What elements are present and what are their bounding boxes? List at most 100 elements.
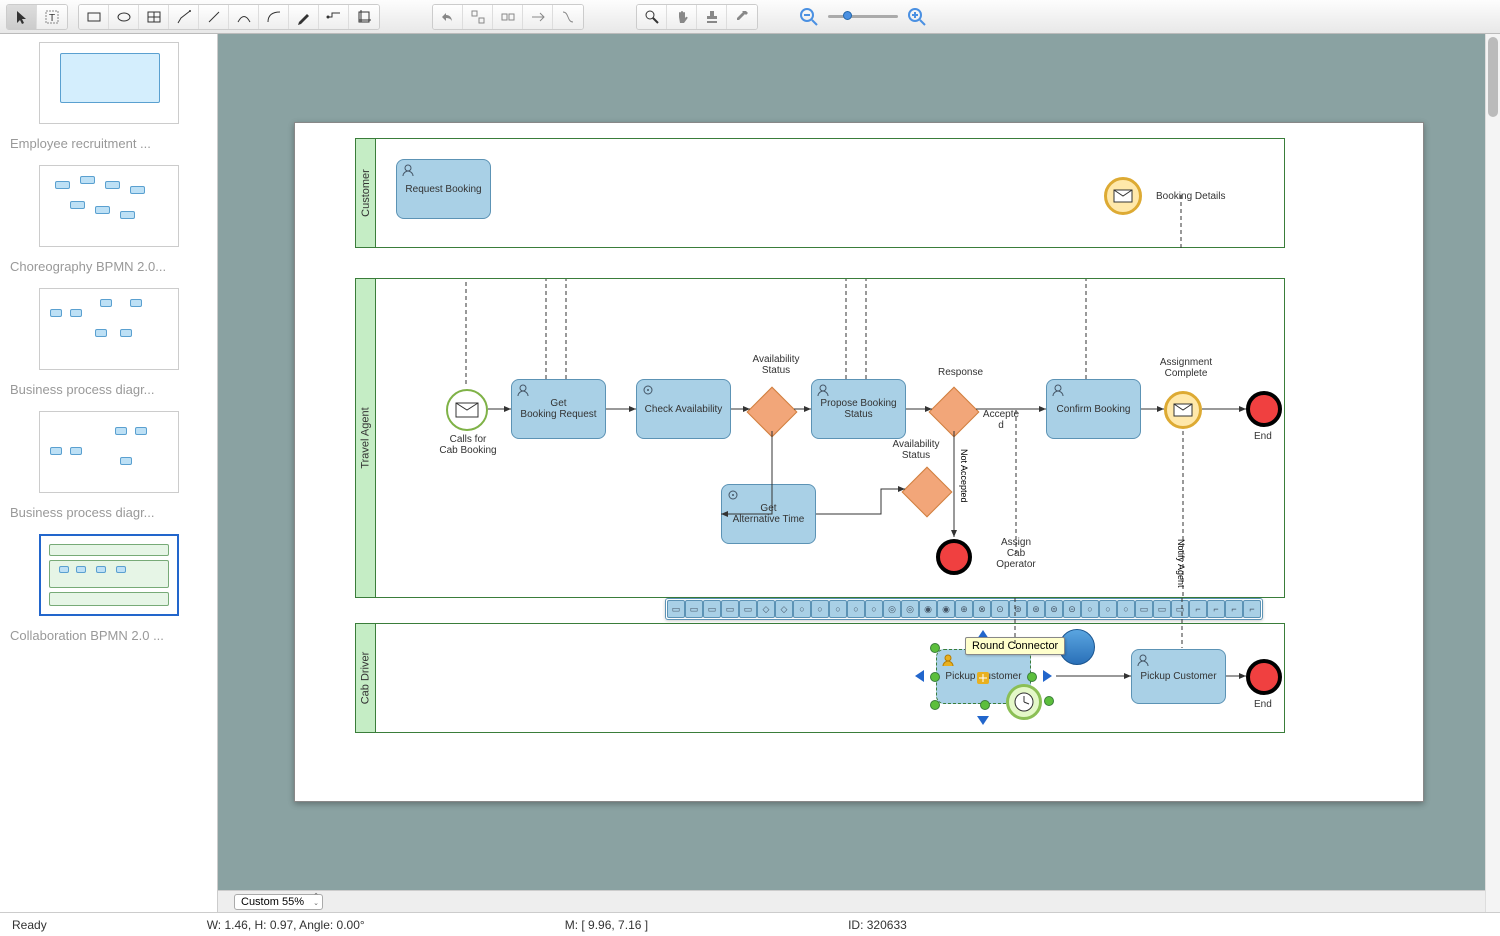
zoom-in-icon[interactable] [906, 6, 928, 28]
line-tool[interactable] [199, 5, 229, 29]
task-get-alt-time[interactable]: Get Alternative Time [721, 484, 816, 544]
shape-option[interactable]: ◎ [883, 600, 901, 618]
shape-option[interactable]: ⊕ [955, 600, 973, 618]
event-end[interactable] [1246, 659, 1282, 695]
stamp-tool[interactable] [697, 5, 727, 29]
shape-option[interactable]: ⊛ [1027, 600, 1045, 618]
event-message[interactable] [1164, 391, 1202, 429]
gateway[interactable] [747, 387, 798, 438]
text-select-tool[interactable]: T [37, 5, 67, 29]
event-message[interactable] [1104, 177, 1142, 215]
pencil-tool[interactable] [289, 5, 319, 29]
task-request-booking[interactable]: Request Booking [396, 159, 491, 219]
shape-option[interactable]: ◎ [901, 600, 919, 618]
shape-option[interactable]: ▭ [1171, 600, 1189, 618]
user-icon [941, 653, 955, 667]
undo-button[interactable] [433, 5, 463, 29]
shape-quick-toolbar[interactable]: ▭▭▭▭▭◇◇○○○○○◎◎◉◉⊕⊗⊙⊚⊛⊜⊝○○○▭▭▭⌐⌐⌐⌐ [665, 598, 1263, 620]
pool-customer[interactable]: Customer Request Booking Booking Details [355, 138, 1285, 248]
task-check-availability[interactable]: Check Availability [636, 379, 731, 439]
callout-tool[interactable] [169, 5, 199, 29]
pool-travel-agent[interactable]: Travel Agent Calls for Cab Booking Get B… [355, 278, 1285, 598]
label: Assign Cab Operator [994, 537, 1038, 570]
shape-option[interactable]: ⌐ [1225, 600, 1243, 618]
thumbnail-item[interactable]: Choreography BPMN 2.0... [10, 165, 207, 276]
thumbnail-item[interactable]: Collaboration BPMN 2.0 ... [10, 534, 207, 645]
shape-option[interactable]: ○ [1081, 600, 1099, 618]
label: Calls for Cab Booking [438, 434, 498, 456]
shape-option[interactable]: ⊝ [1063, 600, 1081, 618]
align-v-button[interactable] [493, 5, 523, 29]
shape-option[interactable]: ⌐ [1189, 600, 1207, 618]
shape-option[interactable]: ▭ [739, 600, 757, 618]
shape-option[interactable]: ⊚ [1009, 600, 1027, 618]
diagram-page[interactable]: Customer Request Booking Booking Details… [294, 122, 1424, 802]
shape-option[interactable]: ○ [811, 600, 829, 618]
task-propose-booking[interactable]: Propose Booking Status [811, 379, 906, 439]
shape-option[interactable]: ◇ [775, 600, 793, 618]
thumbnail-item[interactable]: Employee recruitment ... [10, 42, 207, 153]
align-h-button[interactable] [463, 5, 493, 29]
shape-option[interactable]: ⌐ [1243, 600, 1261, 618]
shape-option[interactable]: ▭ [667, 600, 685, 618]
shape-option[interactable]: ⊙ [991, 600, 1009, 618]
eyedropper-tool[interactable] [727, 5, 757, 29]
shape-option[interactable]: ◇ [757, 600, 775, 618]
ellipse-tool[interactable] [109, 5, 139, 29]
shape-option[interactable]: ○ [829, 600, 847, 618]
pool-cab-driver[interactable]: Cab Driver Pickup Customer [355, 623, 1285, 733]
gateway[interactable] [929, 387, 980, 438]
shape-option[interactable]: ○ [1117, 600, 1135, 618]
label: Availability Status [746, 354, 806, 376]
task-pickup-customer[interactable]: Pickup Customer [1131, 649, 1226, 704]
zoom-out-icon[interactable] [798, 6, 820, 28]
connector-tool[interactable] [319, 5, 349, 29]
shape-option[interactable]: ⊜ [1045, 600, 1063, 618]
crop-tool[interactable] [349, 5, 379, 29]
clock-icon [1013, 691, 1035, 713]
label: Not Accepted [959, 449, 969, 503]
shape-option[interactable]: ⊗ [973, 600, 991, 618]
task-confirm-booking[interactable]: Confirm Booking [1046, 379, 1141, 439]
thumbnail-item[interactable]: Business process diagr... [10, 288, 207, 399]
event-start[interactable] [446, 389, 488, 431]
zoom-tool[interactable] [637, 5, 667, 29]
gear-icon [641, 383, 655, 397]
thumbnail-item[interactable]: Business process diagr... [10, 411, 207, 522]
vertical-scrollbar[interactable] [1485, 34, 1500, 912]
shape-option[interactable]: ▭ [1153, 600, 1171, 618]
zoom-level-select[interactable]: Custom 55% [234, 894, 323, 910]
tool-group-view [636, 4, 758, 30]
pointer-tool[interactable] [7, 5, 37, 29]
tooltip: Round Connector [965, 637, 1065, 655]
gateway[interactable] [902, 467, 953, 518]
shape-option[interactable]: ▭ [1135, 600, 1153, 618]
status-dimensions: W: 1.46, H: 0.97, Angle: 0.00° [207, 918, 365, 932]
event-end[interactable] [936, 539, 972, 575]
shape-option[interactable]: ▭ [721, 600, 739, 618]
envelope-icon [1113, 189, 1133, 203]
flow-free-button[interactable] [553, 5, 583, 29]
shape-option[interactable]: ▭ [703, 600, 721, 618]
arc-tool[interactable] [259, 5, 289, 29]
zoom-slider[interactable] [828, 15, 898, 18]
rect-tool[interactable] [79, 5, 109, 29]
status-id: ID: 320633 [848, 918, 907, 932]
task-get-booking-request[interactable]: Get Booking Request [511, 379, 606, 439]
hand-tool[interactable] [667, 5, 697, 29]
shape-option[interactable]: ▭ [685, 600, 703, 618]
tool-group-select: T [6, 4, 68, 30]
shape-option[interactable]: ○ [847, 600, 865, 618]
shape-option[interactable]: ◉ [937, 600, 955, 618]
shape-option[interactable]: ○ [865, 600, 883, 618]
shape-option[interactable]: ⌐ [1207, 600, 1225, 618]
table-tool[interactable] [139, 5, 169, 29]
event-end[interactable] [1246, 391, 1282, 427]
flow-h-button[interactable] [523, 5, 553, 29]
thumbnail-label: Employee recruitment ... [10, 134, 207, 153]
curve-tool[interactable] [229, 5, 259, 29]
event-timer[interactable] [1006, 684, 1042, 720]
shape-option[interactable]: ○ [793, 600, 811, 618]
shape-option[interactable]: ◉ [919, 600, 937, 618]
shape-option[interactable]: ○ [1099, 600, 1117, 618]
